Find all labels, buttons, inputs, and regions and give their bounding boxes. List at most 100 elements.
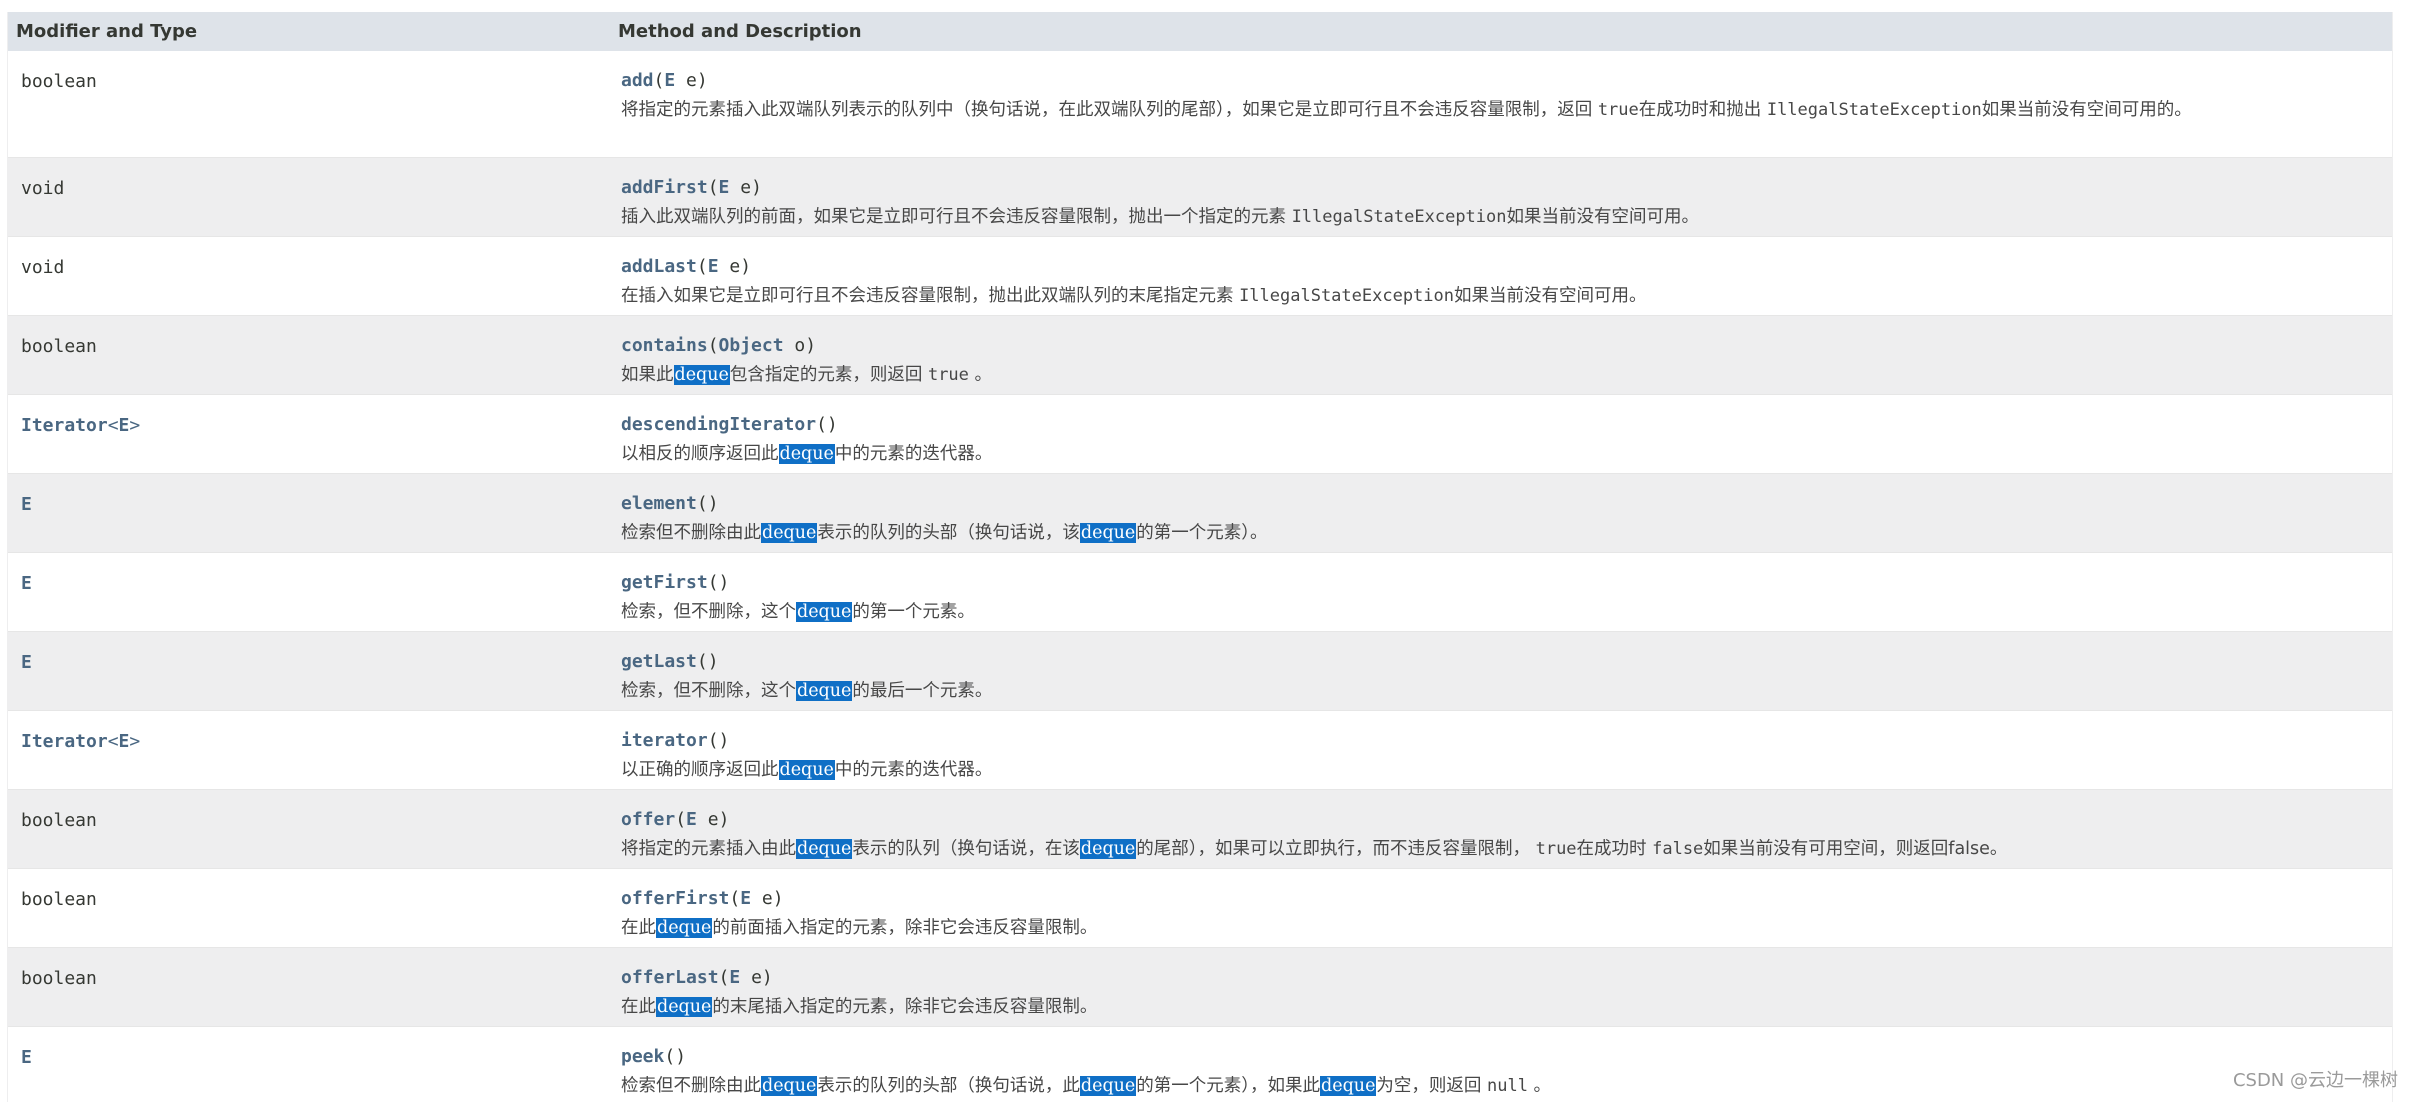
param-type[interactable]: Object <box>719 335 784 356</box>
table-row: Iterator<E> descendingIterator() 以相反的顺序返回此… <box>8 395 2392 474</box>
param-type[interactable]: E <box>740 888 751 909</box>
method-cell: offer(E e) 将指定的元素插入由此deque表示的队列（换句话说，在该de… <box>610 790 2392 868</box>
description-text: 的前面插入指定的元素，除非它会违反容量限制。 <box>712 918 1098 938</box>
param-type[interactable]: E <box>664 70 675 91</box>
description-text: 的第一个元素）。 <box>1136 523 1268 543</box>
method-description: 如果此deque包含指定的元素，则返回 true 。 <box>621 362 2372 388</box>
header-modifier-type: Modifier and Type <box>16 21 198 42</box>
search-highlight: deque <box>796 839 853 859</box>
method-signature: add(E e) <box>621 70 708 91</box>
description-text: 在成功时 <box>1576 839 1653 859</box>
inline-code: true <box>927 365 969 385</box>
table-row: Epeek() 检索但不删除由此deque表示的队列的头部（换句话说，此deque… <box>8 1027 2392 1102</box>
method-name-link[interactable]: addLast <box>621 256 697 277</box>
method-cell: offerLast(E e) 在此deque的末尾插入指定的元素，除非它会违反容量… <box>610 948 2392 1026</box>
return-type-link[interactable]: Iterator <box>21 415 108 436</box>
description-text: 表示的队列的头部（换句话说，该 <box>817 523 1080 543</box>
search-highlight: deque <box>656 918 713 938</box>
method-cell: getFirst() 检索，但不删除，这个deque的第一个元素。 <box>610 553 2392 631</box>
header-method-description: Method and Description <box>618 21 862 42</box>
method-name-link[interactable]: iterator <box>621 730 708 751</box>
description-text: 检索，但不删除，这个 <box>621 602 796 622</box>
description-text: 如果当前没有可用空间，则返回false。 <box>1703 839 2008 859</box>
search-highlight: deque <box>778 760 835 780</box>
description-text: 在此 <box>621 997 656 1017</box>
method-name-link[interactable]: offerFirst <box>621 888 729 909</box>
description-text: 在此 <box>621 918 656 938</box>
method-name-link[interactable]: peek <box>621 1046 664 1067</box>
method-description: 检索但不删除由此deque表示的队列的头部（换句话说，此deque的第一个元素）… <box>621 1073 2372 1099</box>
table-row: boolean offer(E e) 将指定的元素插入由此deque表示的队列（换句… <box>8 790 2392 869</box>
param-type[interactable]: E <box>708 256 719 277</box>
search-highlight: deque <box>1079 1076 1137 1096</box>
search-highlight: deque <box>1320 1076 1377 1096</box>
method-description: 在此deque的末尾插入指定的元素，除非它会违反容量限制。 <box>621 994 2372 1020</box>
return-type[interactable]: E <box>8 1027 610 1102</box>
return-type[interactable]: Iterator<E> <box>8 711 610 789</box>
param-name: e <box>751 967 762 988</box>
return-type: boolean <box>21 71 97 92</box>
return-type[interactable]: E <box>8 474 610 552</box>
return-type-link[interactable]: Iterator <box>21 731 108 752</box>
return-type[interactable]: E <box>8 632 610 710</box>
table-row: EgetFirst() 检索，但不删除，这个deque的第一个元素。 <box>8 553 2392 632</box>
table-body: boolean add(E e) 将指定的元素插入此双端队列表示的队列中（换句话说，… <box>8 51 2392 1102</box>
method-description: 将指定的元素插入由此deque表示的队列（换句话说，在该deque的尾部），如果… <box>621 836 2372 862</box>
return-type: void <box>21 178 65 199</box>
method-name-link[interactable]: addFirst <box>621 177 708 198</box>
method-cell: addFirst(E e) 插入此双端队列的前面，如果它是立即可行且不会违反容量限… <box>610 158 2392 236</box>
table-header: Modifier and Type Method and Description <box>8 12 2392 51</box>
return-type[interactable]: E <box>8 553 610 631</box>
param-name: e <box>740 177 752 198</box>
description-text: 表示的队列的头部（换句话说，此 <box>817 1076 1080 1096</box>
inline-code: IllegalStateException <box>1766 100 1982 120</box>
method-signature: addLast(E e) <box>621 256 752 277</box>
method-cell: peek() 检索但不删除由此deque表示的队列的头部（换句话说，此deque的… <box>610 1027 2392 1102</box>
param-type[interactable]: E <box>686 809 697 830</box>
table-row: void addLast(E e) 在插入如果它是立即可行且不会违反容量限制，抛出此… <box>8 237 2392 316</box>
method-cell: iterator() 以正确的顺序返回此deque中的元素的迭代器。 <box>610 711 2392 789</box>
method-cell: contains(Object o) 如果此deque包含指定的元素，则返回 tr… <box>610 316 2392 394</box>
inline-code: true <box>1535 839 1577 859</box>
method-name-link[interactable]: add <box>621 70 654 91</box>
return-type: boolean <box>21 968 97 989</box>
return-type: void <box>21 257 65 278</box>
param-type[interactable]: E <box>719 177 730 198</box>
method-cell: getLast() 检索，但不删除，这个deque的最后一个元素。 <box>610 632 2392 710</box>
description-text: 以正确的顺序返回此 <box>621 760 779 780</box>
method-name-link[interactable]: offerLast <box>621 967 719 988</box>
table-row: Eelement() 检索但不删除由此deque表示的队列的头部（换句话说，该de… <box>8 474 2392 553</box>
method-description: 检索但不删除由此deque表示的队列的头部（换句话说，该deque的第一个元素）… <box>621 520 2372 546</box>
method-description: 检索，但不删除，这个deque的最后一个元素。 <box>621 678 2372 704</box>
method-description: 将指定的元素插入此双端队列表示的队列中（换句话说，在此双端队列的尾部），如果它是… <box>621 97 2372 123</box>
param-type[interactable]: E <box>729 967 740 988</box>
method-name-link[interactable]: element <box>621 493 697 514</box>
search-highlight: deque <box>778 444 835 464</box>
method-name-link[interactable]: contains <box>621 335 708 356</box>
method-summary-table: Modifier and Type Method and Description… <box>7 12 2393 1102</box>
search-highlight: deque <box>761 1076 818 1096</box>
param-name: e <box>761 888 773 909</box>
description-text: 包含指定的元素，则返回 <box>729 365 928 385</box>
description-text: 如果当前没有空间可用的。 <box>1981 100 2192 120</box>
description-text: 的末尾插入指定的元素，除非它会违反容量限制。 <box>712 997 1098 1017</box>
method-signature: offer(E e) <box>621 809 730 830</box>
method-name-link[interactable]: getLast <box>621 651 697 672</box>
description-text: 中的元素的迭代器。 <box>834 760 993 780</box>
search-highlight: deque <box>1079 523 1137 543</box>
method-signature: peek() <box>621 1046 687 1067</box>
search-highlight: deque <box>796 681 853 701</box>
method-signature: descendingIterator() <box>621 414 838 435</box>
method-name-link[interactable]: offer <box>621 809 675 830</box>
description-text: 检索，但不删除，这个 <box>621 681 796 701</box>
method-description: 在此deque的前面插入指定的元素，除非它会违反容量限制。 <box>621 915 2372 941</box>
method-signature: getFirst() <box>621 572 730 593</box>
method-cell: addLast(E e) 在插入如果它是立即可行且不会违反容量限制，抛出此双端队列… <box>610 237 2392 315</box>
return-type[interactable]: Iterator<E> <box>8 395 610 473</box>
description-text: 的尾部），如果可以立即执行，而不违反容量限制， <box>1136 839 1536 859</box>
method-name-link[interactable]: descendingIterator <box>621 414 816 435</box>
method-name-link[interactable]: getFirst <box>621 572 708 593</box>
method-signature: offerFirst(E e) <box>621 888 784 909</box>
description-text: 检索但不删除由此 <box>621 1076 761 1096</box>
method-description: 插入此双端队列的前面，如果它是立即可行且不会违反容量限制，抛出一个指定的元素 I… <box>621 204 2372 230</box>
